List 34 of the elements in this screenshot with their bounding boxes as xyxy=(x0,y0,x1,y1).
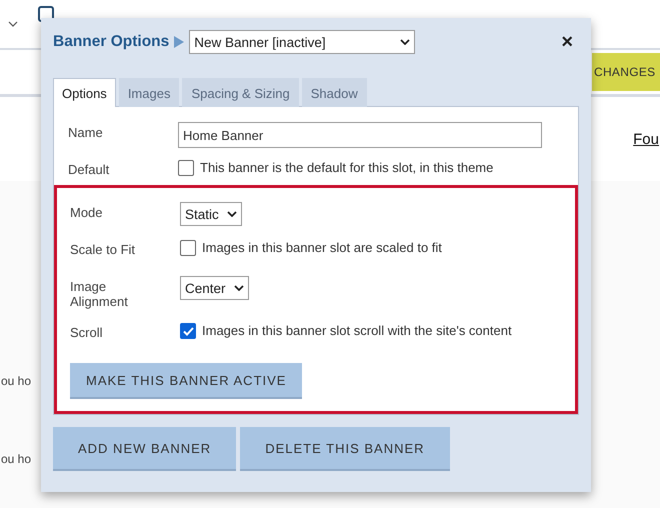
field-label: Scale to Fit xyxy=(70,241,136,257)
tab[interactable]: Options xyxy=(53,78,116,107)
close-button[interactable]: × xyxy=(555,30,579,54)
caret-icon xyxy=(234,285,244,291)
body-text: ou ho xyxy=(1,374,32,389)
field-label: Name xyxy=(68,124,104,140)
checkbox[interactable] xyxy=(180,323,196,339)
nav-link[interactable]: Fou xyxy=(633,130,659,148)
dialog-button[interactable]: ADD NEW BANNER xyxy=(53,427,236,471)
body-text: ou ho xyxy=(1,452,32,467)
field-label: Image Alignment xyxy=(70,278,129,309)
checkbox[interactable] xyxy=(178,160,194,176)
select-field[interactable]: Static xyxy=(180,202,242,226)
caret-icon xyxy=(226,211,237,217)
checkbox-text: Images in this banner slot scroll with the site's content xyxy=(202,322,512,340)
banner-select[interactable]: New Banner [inactive] xyxy=(189,30,416,54)
save-changes-button[interactable]: CHANGES xyxy=(592,53,660,91)
checkbox[interactable] xyxy=(180,240,196,256)
caret-icon xyxy=(400,39,410,45)
select-field[interactable]: Center xyxy=(180,276,249,300)
tab[interactable]: Shadow xyxy=(302,78,367,107)
dialog-button[interactable]: DELETE THIS BANNER xyxy=(240,427,450,471)
tab[interactable]: Spacing & Sizing xyxy=(182,78,299,107)
field-label: Mode xyxy=(70,204,104,220)
chevron-icon[interactable] xyxy=(8,21,18,27)
checkbox-text: This banner is the default for this slot, in this theme xyxy=(200,159,494,177)
field-label: Default xyxy=(68,161,110,177)
field-label: Scroll xyxy=(70,324,104,340)
checkbox-text: Images in this banner slot are scaled to fit xyxy=(202,239,442,257)
name-input[interactable]: Home Banner xyxy=(178,122,542,148)
tab[interactable]: Images xyxy=(118,78,180,107)
arrow-icon xyxy=(173,35,186,49)
make-active-button[interactable]: MAKE THIS BANNER ACTIVE xyxy=(70,363,302,399)
dialog-title: Banner Options xyxy=(53,33,170,51)
